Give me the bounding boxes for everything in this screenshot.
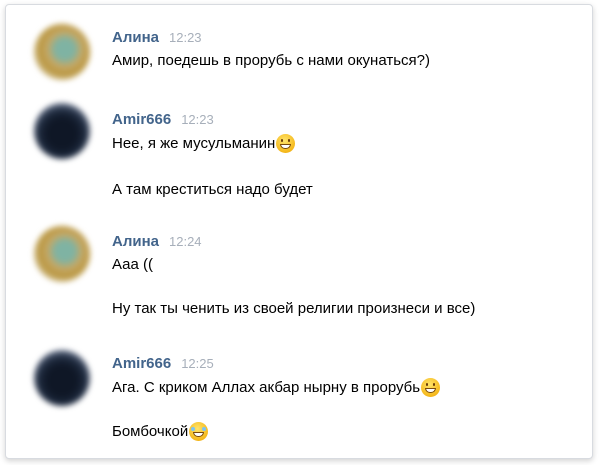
message-header: Amir666 12:23	[112, 111, 214, 128]
message-header: Алина 12:23	[112, 29, 202, 46]
author-name[interactable]: Amir666	[112, 355, 171, 372]
message-text: Нее, я же мусульманин	[112, 134, 296, 153]
grinning-face-emoji	[276, 134, 296, 153]
author-name[interactable]: Алина	[112, 233, 159, 250]
message-text: Амир, поедешь в прорубь с нами окунаться…	[112, 52, 430, 69]
message-header: Алина 12:24	[112, 233, 202, 250]
message-time: 12:23	[169, 30, 202, 45]
message-text: А там креститься надо будет	[112, 181, 313, 198]
message-time: 12:25	[181, 356, 214, 371]
author-name[interactable]: Amir666	[112, 111, 171, 128]
avatar[interactable]	[34, 226, 90, 282]
message-text: Бомбочкой	[112, 422, 209, 441]
chat-window: Алина 12:23 Амир, поедешь в прорубь с на…	[5, 4, 593, 459]
tears-of-joy-emoji	[189, 422, 209, 441]
message-text: Ну так ты ченить из своей религии произн…	[112, 300, 476, 317]
message-time: 12:23	[181, 112, 214, 127]
avatar[interactable]	[34, 103, 90, 159]
message-text: Ааа ((	[112, 256, 154, 273]
avatar[interactable]	[34, 24, 90, 80]
avatar[interactable]	[34, 350, 90, 406]
message-time: 12:24	[169, 234, 202, 249]
grinning-face-emoji	[421, 378, 441, 397]
message-text: Ага. С криком Аллах акбар нырну в проруб…	[112, 378, 441, 397]
author-name[interactable]: Алина	[112, 29, 159, 46]
message-header: Amir666 12:25	[112, 355, 214, 372]
